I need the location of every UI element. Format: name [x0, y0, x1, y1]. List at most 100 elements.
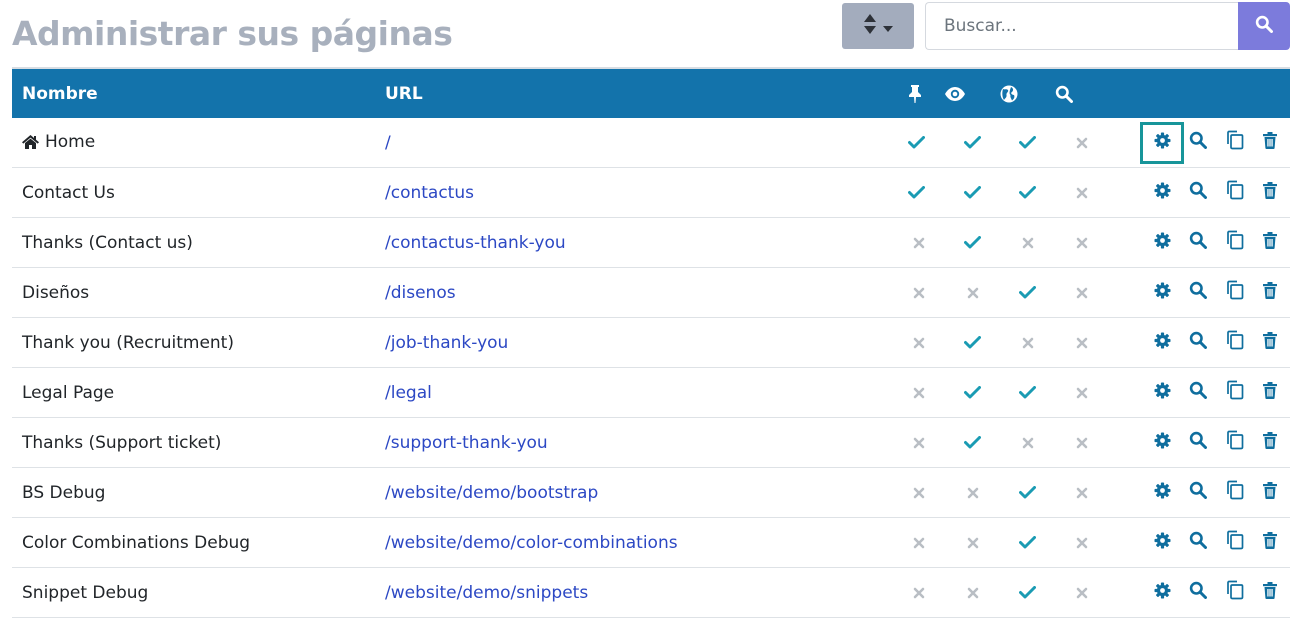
table-row[interactable]: Home /: [12, 118, 1290, 168]
sort-dropdown-button[interactable]: [842, 3, 914, 49]
table-row[interactable]: BS Debug /website/demo/bootstrap: [12, 467, 1290, 518]
preview-button[interactable]: [1180, 475, 1216, 511]
delete-button[interactable]: [1252, 475, 1288, 511]
table-row[interactable]: Thanks (Contact us) /contactus-thank-you: [12, 217, 1290, 268]
page-name-cell[interactable]: Diseños: [12, 267, 385, 318]
column-header-pinned[interactable]: [835, 67, 945, 118]
preview-button[interactable]: [1180, 575, 1216, 611]
cross-icon: [913, 233, 925, 253]
settings-button[interactable]: [1144, 475, 1180, 511]
page-url-link[interactable]: /job-thank-you: [385, 333, 508, 353]
row-actions: [1108, 317, 1290, 368]
published-status: [1000, 517, 1055, 568]
table-row[interactable]: Thank you (Recruitment) /job-thank-you: [12, 317, 1290, 368]
delete-button[interactable]: [1252, 225, 1288, 261]
search-icon: [1255, 15, 1273, 37]
search-input[interactable]: [925, 2, 1238, 50]
page-url-link[interactable]: /website/demo/bootstrap: [385, 483, 598, 503]
preview-button[interactable]: [1180, 275, 1216, 311]
page-name-cell[interactable]: Color Combinations Debug: [12, 517, 385, 568]
delete-button[interactable]: [1252, 575, 1288, 611]
table-row[interactable]: Color Combinations Debug /website/demo/c…: [12, 517, 1290, 568]
search-icon: [1189, 231, 1207, 254]
page-url-link[interactable]: /support-thank-you: [385, 433, 548, 453]
page-url-link[interactable]: /contactus-thank-you: [385, 233, 566, 253]
delete-button[interactable]: [1252, 375, 1288, 411]
clone-button[interactable]: [1216, 175, 1252, 211]
column-header-url[interactable]: URL: [385, 67, 835, 118]
settings-button[interactable]: [1144, 225, 1180, 261]
preview-button[interactable]: [1180, 425, 1216, 461]
table-body: Home / Contact Us /contactus Thanks (Con…: [12, 118, 1290, 618]
settings-button[interactable]: [1140, 121, 1184, 164]
clone-button[interactable]: [1216, 475, 1252, 511]
table-row[interactable]: Contact Us /contactus: [12, 167, 1290, 218]
delete-button[interactable]: [1252, 275, 1288, 311]
page-name-cell[interactable]: Contact Us: [12, 167, 385, 218]
page-url-link[interactable]: /: [385, 133, 391, 153]
settings-button[interactable]: [1144, 325, 1180, 361]
page-name[interactable]: Thanks (Contact us): [22, 233, 193, 253]
page-url-link[interactable]: /website/demo/snippets: [385, 583, 588, 603]
page-name[interactable]: BS Debug: [22, 483, 105, 503]
clone-button[interactable]: [1216, 375, 1252, 411]
page-name[interactable]: Color Combinations Debug: [22, 533, 250, 553]
page-name[interactable]: Thank you (Recruitment): [22, 333, 234, 353]
settings-button[interactable]: [1144, 575, 1180, 611]
page-name-cell[interactable]: BS Debug: [12, 467, 385, 518]
settings-button[interactable]: [1144, 375, 1180, 411]
preview-button[interactable]: [1180, 175, 1216, 211]
delete-button[interactable]: [1252, 325, 1288, 361]
table-row[interactable]: Thanks (Support ticket) /support-thank-y…: [12, 417, 1290, 468]
preview-button[interactable]: [1180, 325, 1216, 361]
page-name[interactable]: Snippet Debug: [22, 583, 148, 603]
delete-button[interactable]: [1252, 525, 1288, 561]
column-header-name[interactable]: Nombre: [12, 67, 385, 118]
delete-button[interactable]: [1252, 175, 1288, 211]
page-name[interactable]: Thanks (Support ticket): [22, 433, 221, 453]
preview-button[interactable]: [1180, 375, 1216, 411]
settings-button[interactable]: [1144, 275, 1180, 311]
settings-button[interactable]: [1144, 425, 1180, 461]
clone-button[interactable]: [1216, 225, 1252, 261]
check-icon: [964, 233, 981, 253]
clone-button[interactable]: [1216, 125, 1252, 161]
preview-button[interactable]: [1180, 125, 1216, 161]
settings-button[interactable]: [1144, 525, 1180, 561]
delete-button[interactable]: [1252, 125, 1288, 161]
page-name-cell[interactable]: Thank you (Recruitment): [12, 317, 385, 368]
page-name[interactable]: Home: [45, 132, 95, 152]
clone-button[interactable]: [1216, 425, 1252, 461]
page-name-cell[interactable]: Thanks (Support ticket): [12, 417, 385, 468]
clone-button[interactable]: [1216, 325, 1252, 361]
page-name[interactable]: Contact Us: [22, 183, 115, 203]
page-url-link[interactable]: /contactus: [385, 183, 474, 203]
pinned-status: [835, 267, 945, 318]
page-name-cell[interactable]: Thanks (Contact us): [12, 217, 385, 268]
table-row[interactable]: Diseños /disenos: [12, 267, 1290, 318]
page-name[interactable]: Legal Page: [22, 383, 114, 403]
page-name-cell[interactable]: Legal Page: [12, 367, 385, 418]
preview-button[interactable]: [1180, 225, 1216, 261]
column-header-published[interactable]: [1000, 67, 1055, 118]
clone-button[interactable]: [1216, 525, 1252, 561]
copy-icon: [1224, 480, 1244, 505]
check-icon: [1019, 533, 1036, 553]
clone-button[interactable]: [1216, 575, 1252, 611]
settings-button[interactable]: [1144, 175, 1180, 211]
page-name-cell[interactable]: Home: [12, 118, 385, 168]
clone-button[interactable]: [1216, 275, 1252, 311]
page-url-link[interactable]: /website/demo/color-combinations: [385, 533, 678, 553]
table-row[interactable]: Snippet Debug /website/demo/snippets: [12, 567, 1290, 618]
page-url-link[interactable]: /disenos: [385, 283, 456, 303]
column-header-visible[interactable]: [945, 67, 1000, 118]
page-name[interactable]: Diseños: [22, 283, 89, 303]
page-name-cell[interactable]: Snippet Debug: [12, 567, 385, 618]
column-header-indexed[interactable]: [1055, 67, 1108, 118]
delete-button[interactable]: [1252, 425, 1288, 461]
table-row[interactable]: Legal Page /legal: [12, 367, 1290, 418]
indexed-status: [1055, 467, 1108, 518]
search-button[interactable]: [1238, 2, 1290, 50]
page-url-link[interactable]: /legal: [385, 383, 432, 403]
preview-button[interactable]: [1180, 525, 1216, 561]
